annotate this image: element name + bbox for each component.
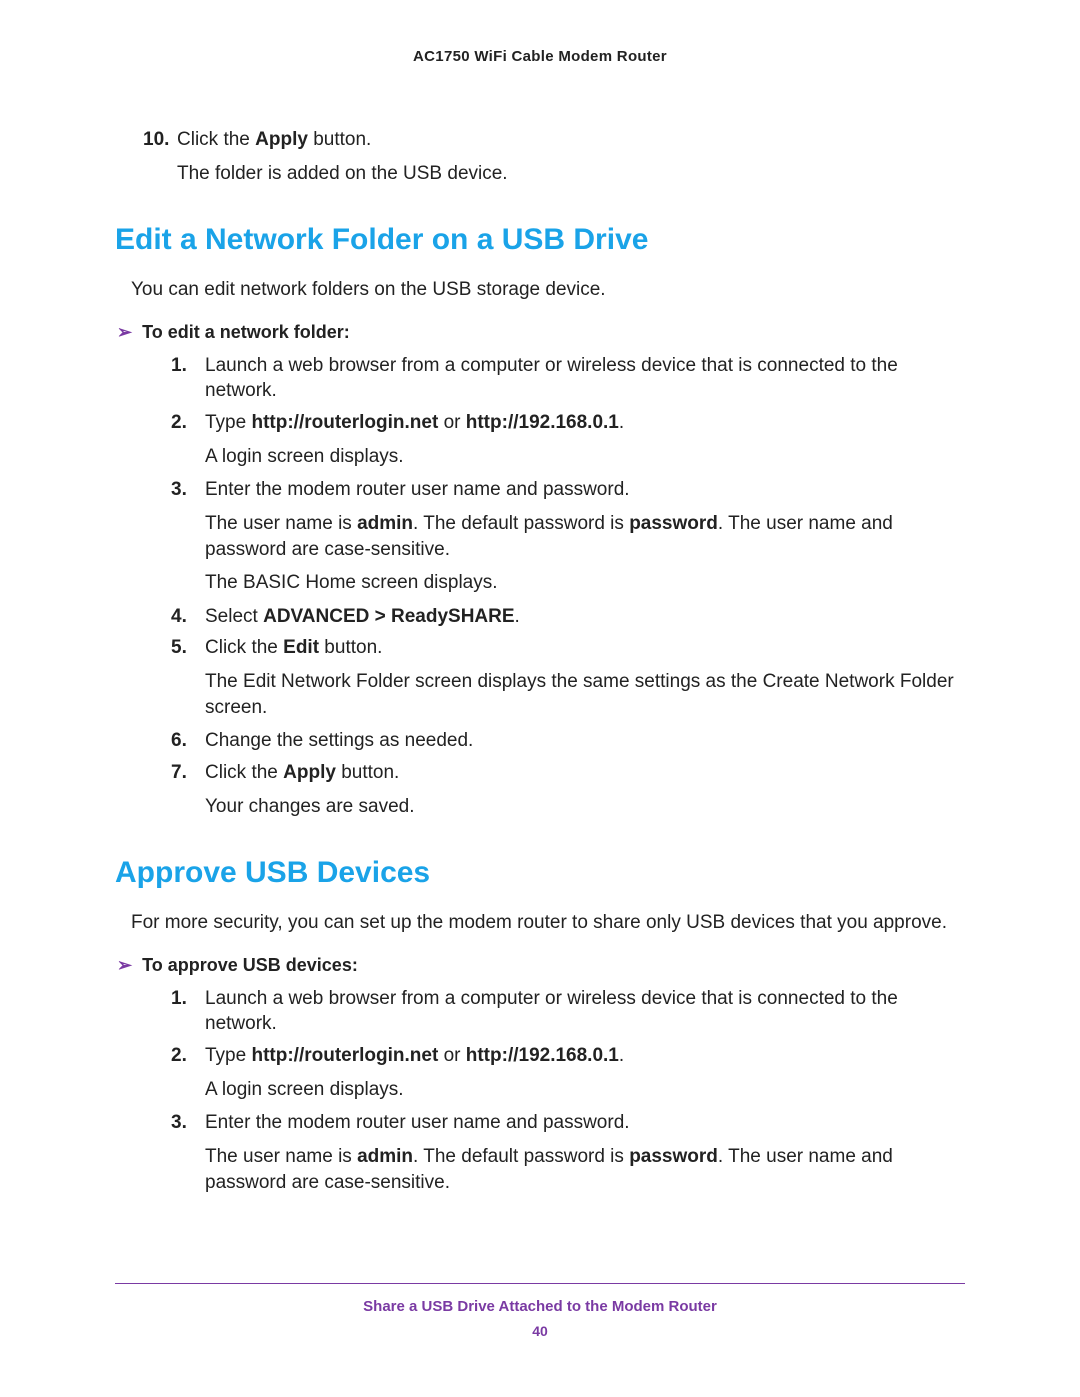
- text: Type: [205, 412, 251, 433]
- list-item: 1. Launch a web browser from a computer …: [171, 986, 965, 1037]
- bold-text: Apply: [255, 129, 308, 150]
- text: button.: [319, 637, 382, 658]
- step-number: 2.: [171, 410, 205, 436]
- text: .: [515, 606, 520, 627]
- text: The user name is: [205, 513, 357, 534]
- step-number: 10.: [143, 127, 177, 153]
- step-text: Enter the modem router user name and pas…: [205, 477, 965, 503]
- text: or: [438, 412, 465, 433]
- list-item: 4. Select ADVANCED > ReadySHARE.: [171, 604, 965, 630]
- step-number: 6.: [171, 728, 205, 754]
- bold-text: ADVANCED > ReadySHARE: [263, 606, 514, 627]
- step-result: The user name is admin. The default pass…: [205, 511, 965, 562]
- step-number: 4.: [171, 604, 205, 630]
- step-text: Click the Apply button.: [177, 127, 965, 153]
- list-item: 5. Click the Edit button.: [171, 635, 965, 661]
- page-header: AC1750 WiFi Cable Modem Router: [115, 48, 965, 65]
- page-footer: Share a USB Drive Attached to the Modem …: [115, 1283, 965, 1339]
- text: button.: [308, 129, 371, 150]
- text: The user name is: [205, 1146, 357, 1167]
- step-result: The folder is added on the USB device.: [177, 161, 965, 187]
- text: . The default password is: [413, 1146, 629, 1167]
- bold-text: admin: [357, 513, 413, 534]
- section-heading: Approve USB Devices: [115, 853, 965, 894]
- step-text: Click the Edit button.: [205, 635, 965, 661]
- task-title: To edit a network folder:: [142, 320, 350, 344]
- page: AC1750 WiFi Cable Modem Router 10. Click…: [0, 0, 1080, 1397]
- list-item: 2. Type http://routerlogin.net or http:/…: [171, 410, 965, 436]
- bold-text: http://routerlogin.net: [251, 412, 438, 433]
- page-content: 10. Click the Apply button. The folder i…: [115, 65, 965, 1195]
- bold-text: password: [629, 513, 718, 534]
- bold-text: admin: [357, 1146, 413, 1167]
- list-item: 3. Enter the modem router user name and …: [171, 1110, 965, 1136]
- task-heading: ➢ To approve USB devices:: [115, 953, 965, 977]
- ordered-list: 1. Launch a web browser from a computer …: [115, 353, 965, 820]
- bold-text: Apply: [283, 762, 336, 783]
- step-text: Launch a web browser from a computer or …: [205, 353, 965, 404]
- text: .: [619, 1045, 624, 1066]
- footer-chapter: Share a USB Drive Attached to the Modem …: [115, 1298, 965, 1315]
- chevron-right-icon: ➢: [117, 320, 132, 344]
- step-text: Type http://routerlogin.net or http://19…: [205, 410, 965, 436]
- chevron-right-icon: ➢: [117, 953, 132, 977]
- step-number: 2.: [171, 1043, 205, 1069]
- bold-text: http://routerlogin.net: [251, 1045, 438, 1066]
- step-number: 5.: [171, 635, 205, 661]
- bold-text: Edit: [283, 637, 319, 658]
- section-intro: For more security, you can set up the mo…: [131, 910, 965, 936]
- step-text: Type http://routerlogin.net or http://19…: [205, 1043, 965, 1069]
- step-result: Your changes are saved.: [205, 794, 965, 820]
- bold-text: http://192.168.0.1: [466, 1045, 619, 1066]
- step-result: A login screen displays.: [205, 444, 965, 470]
- section-intro: You can edit network folders on the USB …: [131, 277, 965, 303]
- step-number: 3.: [171, 1110, 205, 1136]
- product-name: AC1750 WiFi Cable Modem Router: [413, 48, 667, 65]
- step-result: The BASIC Home screen displays.: [205, 570, 965, 596]
- list-item: 7. Click the Apply button.: [171, 760, 965, 786]
- text: button.: [336, 762, 399, 783]
- text: Select: [205, 606, 263, 627]
- step-result: A login screen displays.: [205, 1077, 965, 1103]
- text: or: [438, 1045, 465, 1066]
- list-item: 2. Type http://routerlogin.net or http:/…: [171, 1043, 965, 1069]
- step-number: 1.: [171, 986, 205, 1037]
- step-result: The Edit Network Folder screen displays …: [205, 669, 965, 720]
- step-number: 3.: [171, 477, 205, 503]
- text: Click the: [177, 129, 255, 150]
- list-item: 6. Change the settings as needed.: [171, 728, 965, 754]
- bold-text: http://192.168.0.1: [466, 412, 619, 433]
- step-text: Change the settings as needed.: [205, 728, 965, 754]
- footer-page-number: 40: [115, 1323, 965, 1339]
- list-item: 10. Click the Apply button.: [143, 127, 965, 153]
- step-text: Launch a web browser from a computer or …: [205, 986, 965, 1037]
- text: Click the: [205, 637, 283, 658]
- footer-rule: [115, 1283, 965, 1284]
- task-heading: ➢ To edit a network folder:: [115, 320, 965, 344]
- step-text: Click the Apply button.: [205, 760, 965, 786]
- step-text: Enter the modem router user name and pas…: [205, 1110, 965, 1136]
- step-number: 1.: [171, 353, 205, 404]
- text: Click the: [205, 762, 283, 783]
- list-item: 1. Launch a web browser from a computer …: [171, 353, 965, 404]
- ordered-list: 1. Launch a web browser from a computer …: [115, 986, 965, 1195]
- text: . The default password is: [413, 513, 629, 534]
- bold-text: password: [629, 1146, 718, 1167]
- step-text: Select ADVANCED > ReadySHARE.: [205, 604, 965, 630]
- list-item: 3. Enter the modem router user name and …: [171, 477, 965, 503]
- text: Type: [205, 1045, 251, 1066]
- task-title: To approve USB devices:: [142, 953, 358, 977]
- step-number: 7.: [171, 760, 205, 786]
- step-result: The user name is admin. The default pass…: [205, 1144, 965, 1195]
- section-heading: Edit a Network Folder on a USB Drive: [115, 220, 965, 261]
- text: .: [619, 412, 624, 433]
